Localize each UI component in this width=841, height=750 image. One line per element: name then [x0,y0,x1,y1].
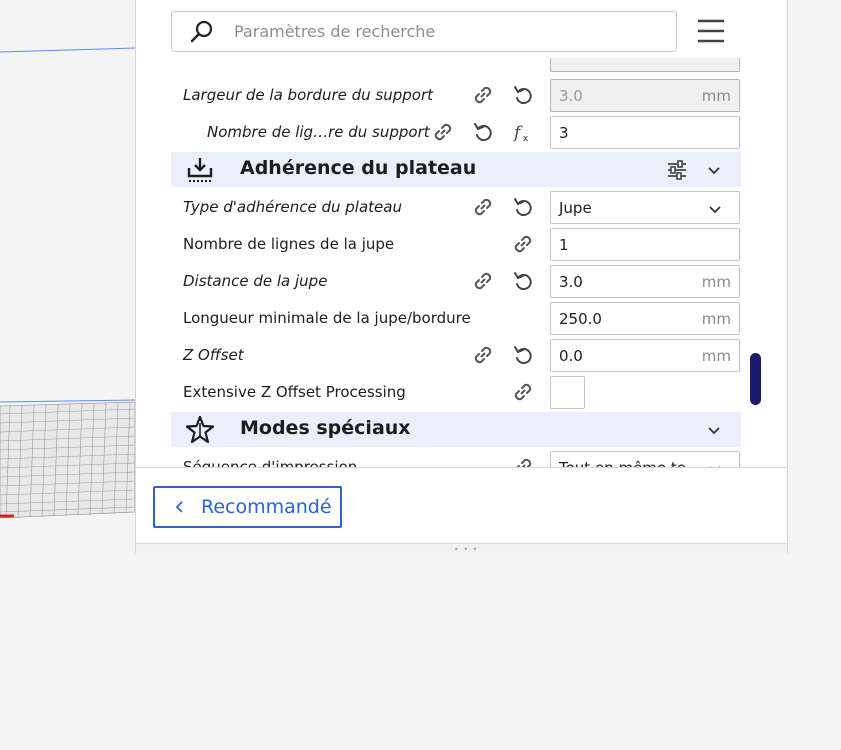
search-box[interactable] [171,11,677,52]
print-settings-panel: Largeur de la bordure du support 3.0 mm … [135,0,788,554]
z-offset-field[interactable]: 0.0 mm [550,339,740,372]
link-icon[interactable] [511,380,535,404]
setting-row-print-sequence: Séquence d'impression Tout en même te [171,448,741,468]
setting-label: Distance de la jupe [183,272,328,290]
print-sequence-dropdown[interactable]: Tout en même te [550,451,740,468]
setting-row-z-offset: Z Offset 0.0 mm [171,336,741,373]
reset-icon[interactable] [511,195,535,219]
recommended-mode-button[interactable]: Recommandé [153,486,342,528]
skirt-line-count-field[interactable]: 1 [550,228,740,261]
category-title: Adhérence du plateau [240,157,477,179]
scrollbar-thumb[interactable] [750,353,761,405]
setting-row-support-brim-line-count: Nombre de lig…re du support f x 3 [171,113,741,150]
reset-icon[interactable] [511,343,535,367]
chevron-down-icon [708,427,720,435]
setting-label: Nombre de lig…re du support [207,123,430,141]
divider [136,467,787,468]
category-special-modes[interactable]: Modes spéciaux [171,412,741,447]
chevron-down-icon [708,167,720,175]
setting-label: Type d'adhérence du plateau [183,198,402,216]
svg-text:f: f [512,123,523,143]
skirt-brim-min-length-field[interactable]: 250.0 mm [550,302,740,335]
partial-value-field [550,58,740,72]
panel-resize-handle[interactable]: • • • [136,543,787,554]
adhesion-icon [187,158,213,182]
setting-label: Z Offset [183,346,244,364]
category-build-plate-adhesion[interactable]: Adhérence du plateau [171,152,741,187]
setting-label: Extensive Z Offset Processing [183,383,406,401]
formula-icon[interactable]: f x [511,120,535,144]
settings-menu-icon[interactable] [696,17,726,45]
setting-row-support-brim-width: Largeur de la bordure du support 3.0 mm [171,76,741,113]
search-input[interactable] [232,21,656,42]
link-icon[interactable] [471,195,495,219]
adhesion-type-dropdown[interactable]: Jupe [550,191,740,224]
chevron-down-icon [709,206,721,214]
recommended-label: Recommandé [201,496,332,518]
setting-label: Nombre de lignes de la jupe [183,235,395,253]
chevron-left-icon [175,501,183,513]
link-icon[interactable] [431,120,455,144]
support-brim-line-count-field[interactable]: 3 [550,116,740,149]
extensive-z-offset-checkbox[interactable] [550,376,585,409]
reset-icon[interactable] [511,83,535,107]
reset-icon[interactable] [471,120,495,144]
setting-row-extensive-z-offset: Extensive Z Offset Processing [171,373,741,410]
search-icon [190,20,213,42]
filter-settings-icon[interactable] [665,158,689,182]
category-title: Modes spéciaux [240,417,411,439]
setting-row-skirt-brim-min-length: Longueur minimale de la jupe/bordure 250… [171,299,741,336]
link-icon[interactable] [471,269,495,293]
support-brim-width-field[interactable]: 3.0 mm [550,79,740,112]
link-icon[interactable] [471,343,495,367]
grip-icon: • • • [454,545,479,554]
link-icon[interactable] [511,232,535,256]
setting-row-skirt-distance: Distance de la jupe 3.0 mm [171,262,741,299]
setting-row-adhesion-type: Type d'adhérence du plateau Jupe [171,188,741,225]
setting-label: Longueur minimale de la jupe/bordure [183,309,471,327]
setting-row-skirt-line-count: Nombre de lignes de la jupe 1 [171,225,741,262]
reset-icon[interactable] [511,269,535,293]
settings-list: Largeur de la bordure du support 3.0 mm … [171,58,741,468]
skirt-distance-field[interactable]: 3.0 mm [550,265,740,298]
star-icon [185,415,215,444]
svg-text:x: x [523,134,529,144]
link-icon[interactable] [471,83,495,107]
setting-label: Largeur de la bordure du support [183,86,433,104]
setting-row-partial [171,58,741,73]
